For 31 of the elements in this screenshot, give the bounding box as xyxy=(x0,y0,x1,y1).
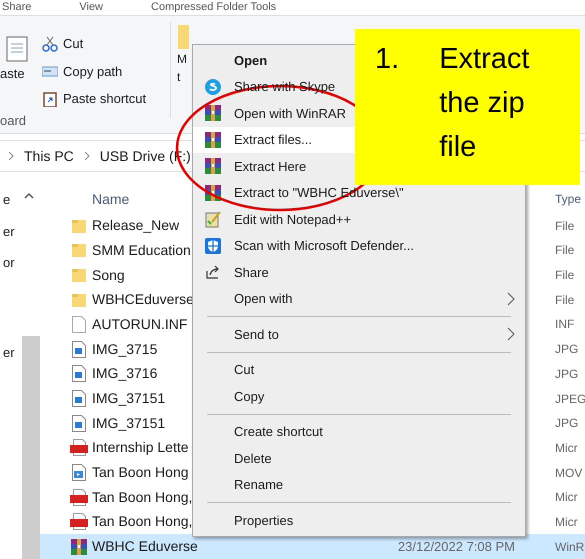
file-name: AUTORUN.INF xyxy=(92,314,188,334)
file-name: WBHC Eduverse xyxy=(92,537,198,556)
group-label: oard xyxy=(0,112,26,130)
file-type: File xyxy=(555,218,576,235)
file-type: JPG xyxy=(555,366,580,383)
file-name: IMG_37151 xyxy=(92,389,166,408)
file-name: Tan Boon Hong xyxy=(92,463,189,482)
file-type: MOV xyxy=(555,464,584,482)
date-modified: 23/12/2022 7:08 PM xyxy=(398,538,515,556)
file-type: File xyxy=(555,267,576,284)
file-name: IMG_3716 xyxy=(92,364,158,384)
file-name: SMM Education xyxy=(92,240,191,260)
file-type: WinR xyxy=(555,538,585,556)
file-name: Release_New xyxy=(92,216,180,236)
file-name: Tan Boon Hong, xyxy=(92,512,192,532)
step-text: Extract the zip file xyxy=(439,42,530,165)
file-name: Internship Lette xyxy=(92,438,189,458)
file-type: Micr xyxy=(555,489,579,506)
file-type: Micr xyxy=(555,440,579,457)
file-name: Tan Boon Hong, xyxy=(92,488,192,507)
file-type: File xyxy=(555,292,576,309)
file-type: INF xyxy=(555,316,576,334)
file-type: JPG xyxy=(555,415,580,432)
file-name: IMG_37151 xyxy=(92,414,166,433)
file-name: Song xyxy=(92,266,125,285)
file-name: WBHCEduverse xyxy=(92,290,194,310)
step-number: 1. xyxy=(375,42,400,77)
file-name: IMG_3715 xyxy=(92,340,158,359)
file-type: JPG xyxy=(555,341,580,358)
file-type: Micr xyxy=(555,514,579,531)
file-type: File xyxy=(555,242,576,260)
